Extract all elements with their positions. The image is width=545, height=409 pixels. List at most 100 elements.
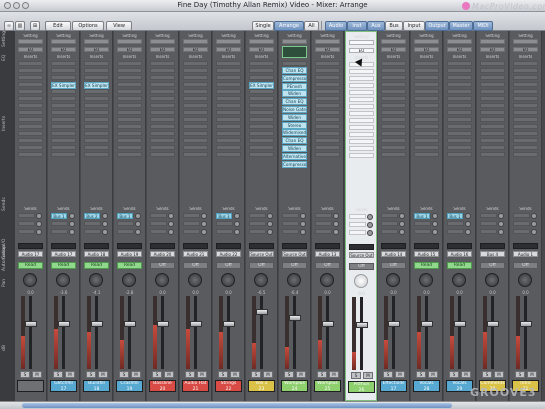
insert-slot[interactable] <box>51 89 76 94</box>
insert-slot[interactable] <box>117 117 142 122</box>
insert-slot[interactable] <box>84 110 109 115</box>
insert-slot[interactable] <box>216 138 241 143</box>
volume-fader-track[interactable] <box>491 296 494 369</box>
input-slot[interactable] <box>315 243 340 249</box>
insert-slot[interactable] <box>150 152 175 157</box>
insert-slot[interactable] <box>150 117 175 122</box>
edit-menu-button[interactable]: Edit <box>45 21 71 31</box>
insert-slot[interactable] <box>183 110 208 115</box>
insert-slot[interactable] <box>18 82 43 87</box>
insert-slot[interactable] <box>381 96 406 101</box>
track-name-plate[interactable]: Glitchfill 17 <box>50 380 77 392</box>
insert-slot[interactable] <box>117 131 142 136</box>
pan-knob[interactable] <box>122 273 136 287</box>
pan-knob[interactable] <box>419 273 433 287</box>
eq-button[interactable]: EQ <box>480 47 505 52</box>
automation-mode[interactable]: Off <box>150 262 175 269</box>
insert-slot[interactable] <box>117 82 142 87</box>
insert-slot[interactable] <box>216 145 241 150</box>
mute-button[interactable]: M <box>263 371 273 378</box>
insert-slot[interactable] <box>216 89 241 94</box>
insert-slot[interactable] <box>249 131 274 136</box>
insert-slot[interactable] <box>117 96 142 101</box>
insert-plugin[interactable]: Chan EQ <box>282 137 307 145</box>
send-level-knob[interactable] <box>432 229 438 235</box>
pan-knob[interactable] <box>188 273 202 287</box>
send-slot[interactable] <box>349 230 366 235</box>
volume-fader-handle[interactable] <box>487 321 499 327</box>
insert-slot[interactable] <box>315 124 340 129</box>
volume-fader-track[interactable] <box>161 296 164 369</box>
volume-fader-handle[interactable] <box>157 321 169 327</box>
input-slot[interactable] <box>150 243 175 249</box>
insert-slot[interactable] <box>183 82 208 87</box>
channel-strip[interactable]: Setting EQ Inserts Sends Bus 3 Audio 22 Off 0.0… <box>213 31 245 401</box>
send-level-knob[interactable] <box>69 229 75 235</box>
send-slot[interactable] <box>18 229 35 234</box>
setting-button[interactable] <box>513 39 538 44</box>
send-level-knob[interactable] <box>531 229 537 235</box>
insert-slot[interactable] <box>381 61 406 66</box>
send-slot[interactable] <box>183 213 200 218</box>
insert-slot[interactable] <box>480 117 505 122</box>
track-name-plate[interactable]: Vocals 29 <box>446 380 473 392</box>
insert-slot[interactable] <box>349 132 374 137</box>
mute-button[interactable]: M <box>197 371 207 378</box>
send-slot[interactable] <box>18 213 35 218</box>
send-level-knob[interactable] <box>267 213 273 219</box>
insert-slot[interactable] <box>216 110 241 115</box>
insert-slot[interactable] <box>282 61 307 66</box>
insert-slot[interactable] <box>480 131 505 136</box>
send-level-knob[interactable] <box>267 221 273 227</box>
send-slot[interactable] <box>480 229 497 234</box>
send-slot[interactable] <box>315 213 332 218</box>
send-slot[interactable] <box>315 229 332 234</box>
scrollbar-thumb[interactable] <box>22 403 452 408</box>
channel-strip[interactable]: Setting Chan EQ Compressor PEnvsh Widen Chan … <box>279 31 311 401</box>
insert-slot[interactable] <box>349 83 374 88</box>
setting-button[interactable] <box>249 39 274 44</box>
insert-slot[interactable] <box>315 110 340 115</box>
automation-mode[interactable]: Off <box>381 262 406 269</box>
send-bus[interactable]: Bus 1 <box>447 213 463 219</box>
insert-slot[interactable] <box>414 82 439 87</box>
automation-mode[interactable]: Read <box>18 262 43 269</box>
track-name-plate[interactable]: Vox 2 23 <box>248 380 275 392</box>
insert-slot[interactable] <box>84 75 109 80</box>
insert-slot[interactable] <box>216 96 241 101</box>
pan-knob[interactable] <box>386 273 400 287</box>
insert-slot[interactable] <box>513 61 538 66</box>
insert-slot[interactable] <box>349 90 374 95</box>
insert-slot[interactable] <box>381 131 406 136</box>
setting-button[interactable] <box>381 39 406 44</box>
output-slot[interactable]: Audio 15 <box>414 251 439 257</box>
automation-mode[interactable]: Off <box>315 262 340 269</box>
eq-button[interactable]: EQ <box>84 47 109 52</box>
insert-slot[interactable] <box>183 152 208 157</box>
insert-plugin[interactable]: Widemised <box>282 129 307 137</box>
insert-slot[interactable] <box>249 75 274 80</box>
eq-button[interactable]: EQ <box>513 47 538 52</box>
insert-slot[interactable] <box>117 61 142 66</box>
send-level-knob[interactable] <box>168 221 174 227</box>
send-level-knob[interactable] <box>498 213 504 219</box>
send-bus[interactable]: Bus 2 <box>84 213 100 219</box>
insert-slot[interactable] <box>513 110 538 115</box>
setting-button[interactable] <box>216 39 241 44</box>
insert-slot[interactable] <box>183 131 208 136</box>
insert-slot[interactable] <box>315 117 340 122</box>
send-slot[interactable] <box>150 221 167 226</box>
insert-slot[interactable] <box>150 110 175 115</box>
channel-strip[interactable]: Setting EQ Inserts Sends Audio 13 Off 0.0 S M Wom… <box>312 31 344 401</box>
insert-slot[interactable] <box>117 138 142 143</box>
insert-slot[interactable] <box>18 124 43 129</box>
solo-button[interactable]: S <box>317 371 327 378</box>
insert-slot[interactable] <box>150 138 175 143</box>
send-level-knob[interactable] <box>465 213 471 219</box>
insert-slot[interactable] <box>349 125 374 130</box>
insert-slot[interactable] <box>150 61 175 66</box>
pan-knob[interactable] <box>518 273 532 287</box>
insert-slot[interactable] <box>513 145 538 150</box>
insert-slot[interactable] <box>414 96 439 101</box>
insert-slot[interactable] <box>447 89 472 94</box>
